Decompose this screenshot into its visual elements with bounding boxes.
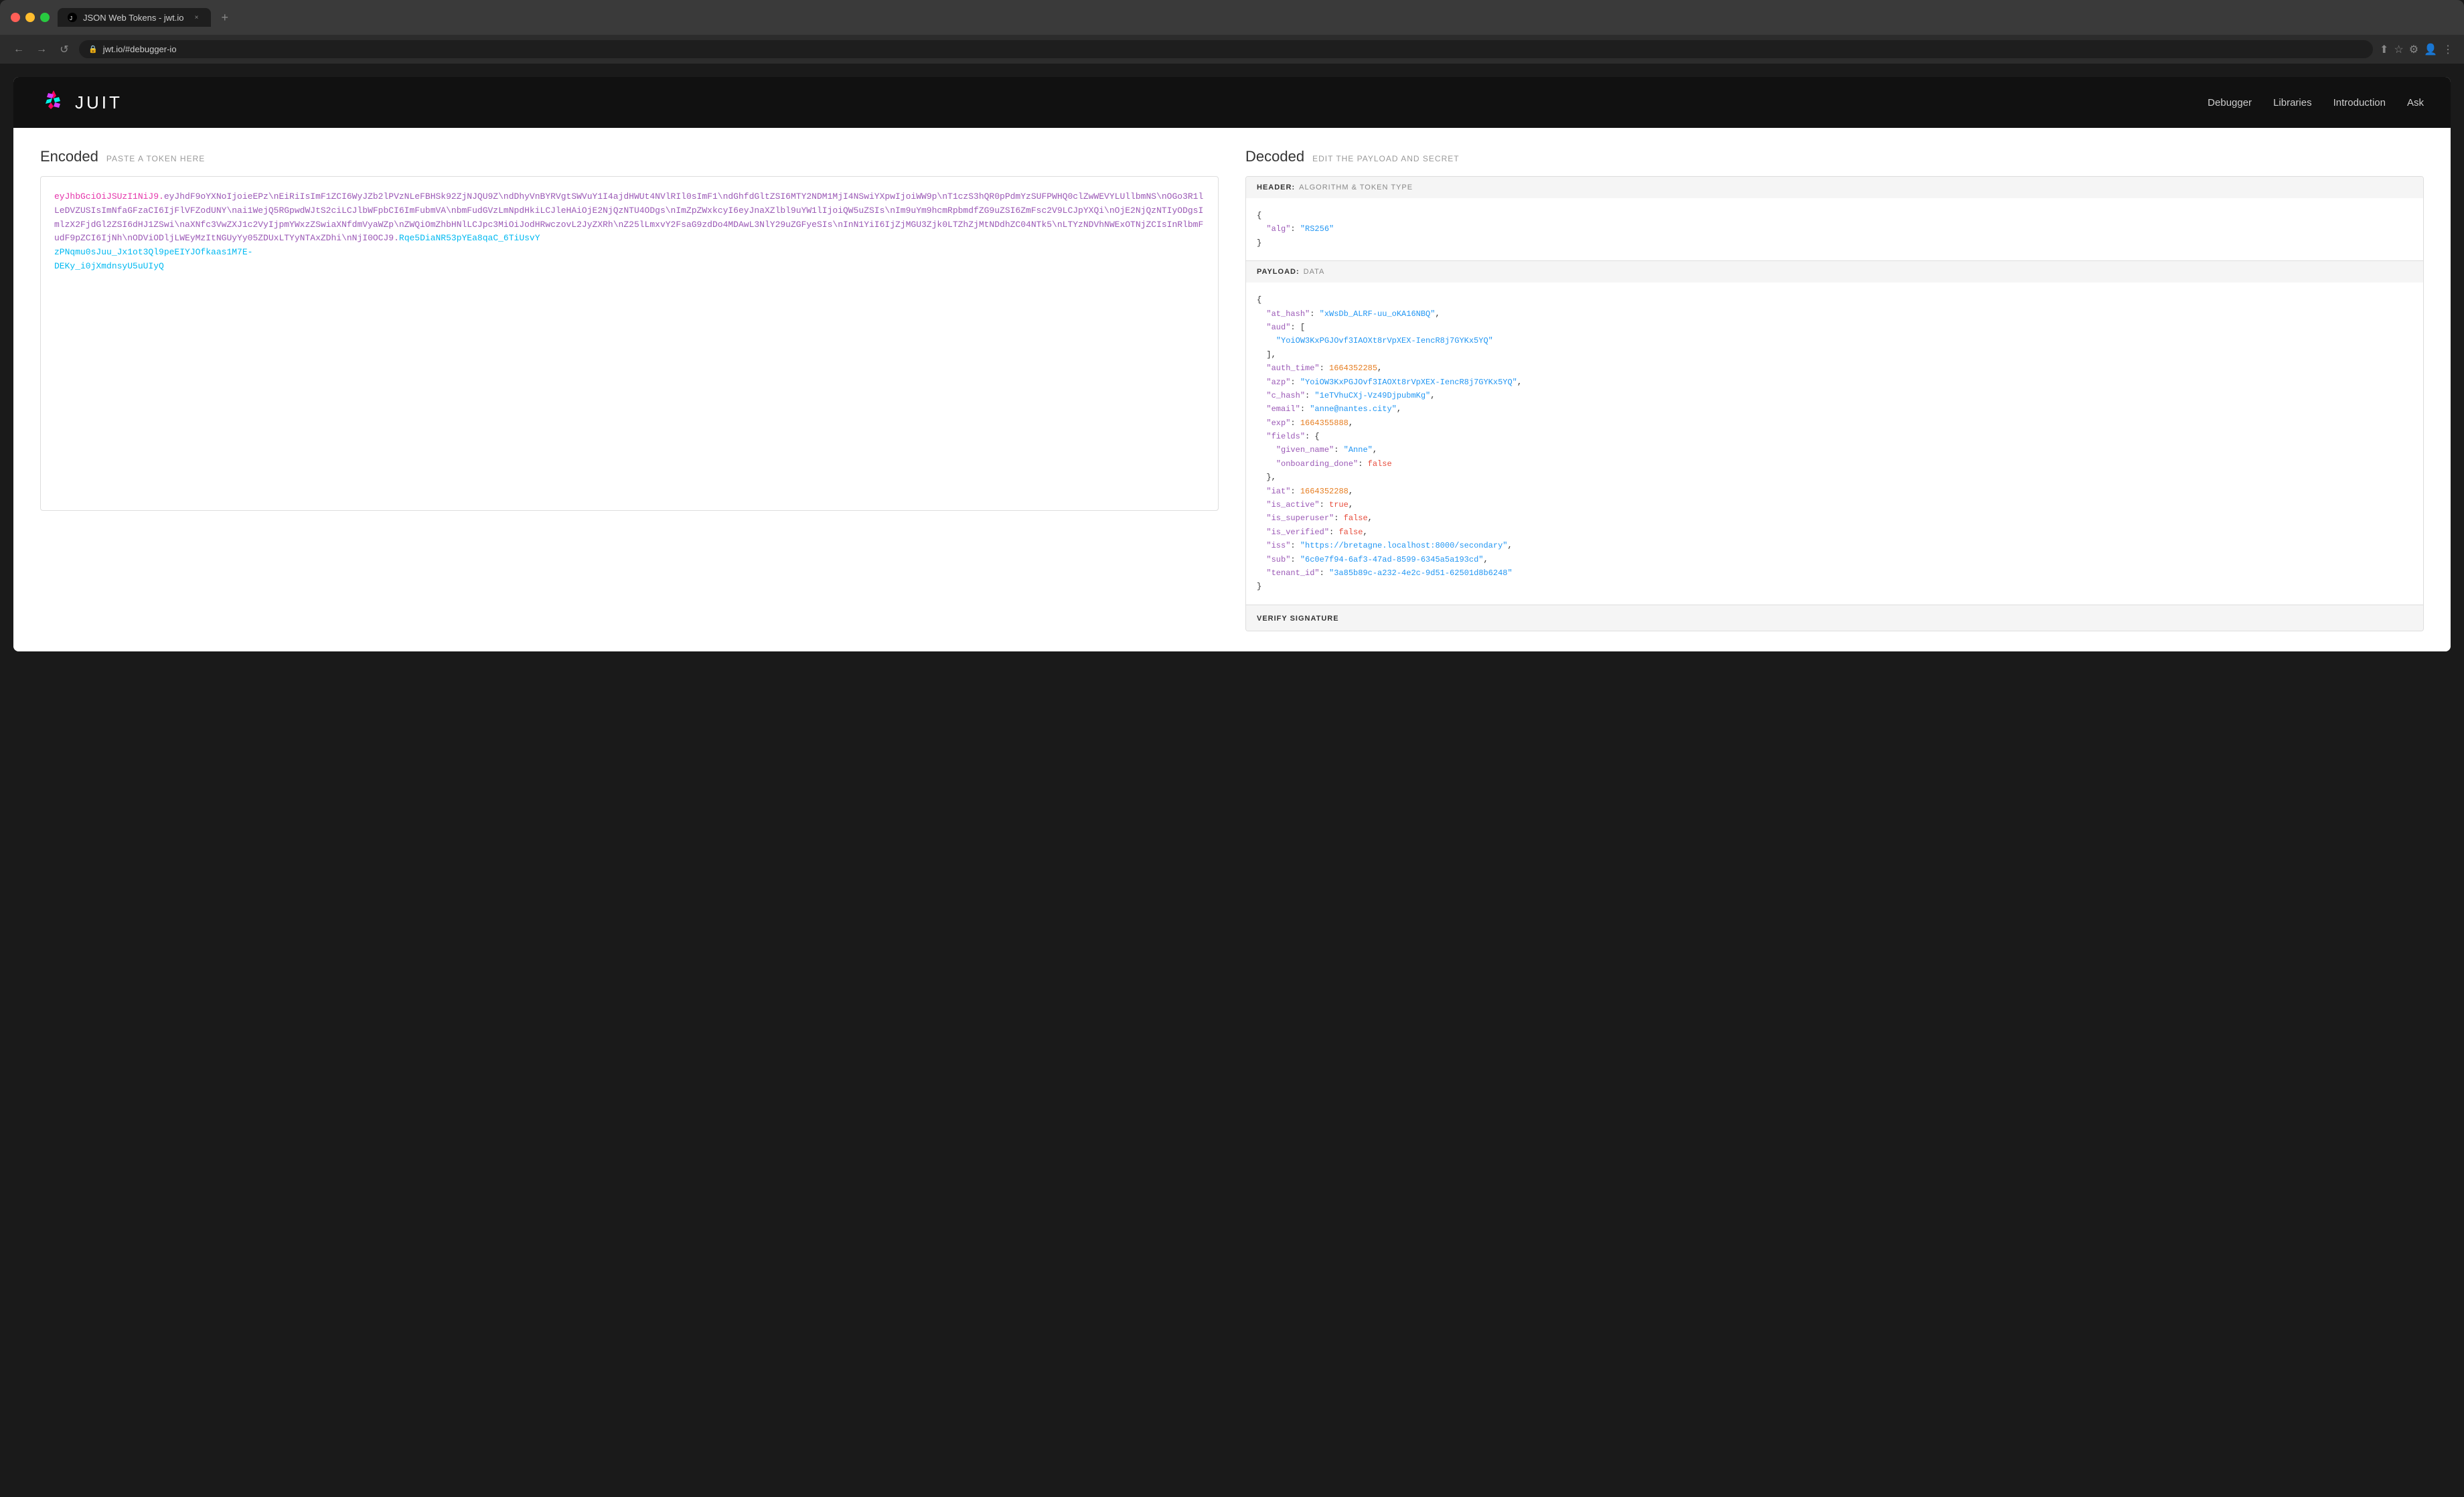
- header-panel-sublabel: ALGORITHM & TOKEN TYPE: [1299, 183, 1413, 191]
- address-bar[interactable]: 🔒 jwt.io/#debugger-io: [79, 40, 2373, 58]
- nav-libraries[interactable]: Libraries: [2273, 97, 2312, 108]
- encoded-heading: Encoded PASTE A TOKEN HERE: [40, 148, 1219, 165]
- tab-close-button[interactable]: ×: [192, 13, 202, 22]
- site-container: JUIT Debugger Libraries Introduction Ask…: [13, 77, 2451, 651]
- payload-panel: PAYLOAD: DATA { "at_hash": "xWsDb_ALRF-u…: [1246, 261, 2423, 605]
- header-panel: HEADER: ALGORITHM & TOKEN TYPE { "alg": …: [1246, 177, 2423, 261]
- maximize-button[interactable]: [40, 13, 50, 22]
- jwt-logo-icon: [40, 89, 67, 116]
- header-panel-header: HEADER: ALGORITHM & TOKEN TYPE: [1246, 177, 2423, 198]
- token-header-part: eyJhbGciOiJSUzI1NiJ9.: [54, 191, 164, 202]
- verify-signature-label: VERIFY SIGNATURE: [1257, 615, 1339, 623]
- decoded-subtitle: EDIT THE PAYLOAD AND SECRET: [1312, 154, 1460, 163]
- header-panel-content[interactable]: { "alg": "RS256" }: [1246, 198, 2423, 260]
- menu-icon[interactable]: ⋮: [2443, 43, 2453, 56]
- back-button[interactable]: ←: [11, 42, 27, 58]
- logo-area: JUIT: [40, 89, 123, 116]
- decoded-box: HEADER: ALGORITHM & TOKEN TYPE { "alg": …: [1245, 176, 2424, 631]
- content-area: Encoded PASTE A TOKEN HERE eyJhbGciOiJSU…: [13, 128, 2451, 651]
- header-panel-label: HEADER:: [1257, 183, 1295, 191]
- encoded-title: Encoded: [40, 148, 98, 165]
- payload-panel-content[interactable]: { "at_hash": "xWsDb_ALRF-uu_oKA16NBQ", "…: [1246, 283, 2423, 605]
- browser-tab[interactable]: J JSON Web Tokens - jwt.io ×: [58, 8, 211, 27]
- verify-signature-panel: VERIFY SIGNATURE: [1246, 605, 2423, 631]
- browser-actions: ⬆ ☆ ⚙ 👤 ⋮: [2380, 43, 2453, 56]
- nav-debugger[interactable]: Debugger: [2208, 97, 2252, 108]
- payload-panel-label: PAYLOAD:: [1257, 268, 1300, 276]
- svg-text:J: J: [70, 15, 72, 21]
- new-tab-button[interactable]: +: [222, 11, 229, 25]
- encoded-token-box[interactable]: eyJhbGciOiJSUzI1NiJ9.eyJhdF9oYXNoIjoieEP…: [40, 176, 1219, 511]
- token-payload-part: eyJhdF9oYXNoIjoieEPz\nEiRiIsImF1ZCI6WyJZ…: [54, 191, 1203, 243]
- address-text: jwt.io/#debugger-io: [103, 44, 177, 54]
- decoded-section: Decoded EDIT THE PAYLOAD AND SECRET HEAD…: [1245, 148, 2424, 631]
- payload-panel-sublabel: DATA: [1304, 268, 1325, 276]
- browser-window: J JSON Web Tokens - jwt.io × + ← → ↺ 🔒 j…: [0, 0, 2464, 665]
- site-header: JUIT Debugger Libraries Introduction Ask: [13, 77, 2451, 128]
- decoded-title: Decoded: [1245, 148, 1304, 165]
- nav-introduction[interactable]: Introduction: [2333, 97, 2386, 108]
- browser-navbar: ← → ↺ 🔒 jwt.io/#debugger-io ⬆ ☆ ⚙ 👤 ⋮: [0, 35, 2464, 64]
- encoded-section: Encoded PASTE A TOKEN HERE eyJhbGciOiJSU…: [40, 148, 1219, 631]
- forward-button[interactable]: →: [33, 42, 50, 58]
- traffic-lights: [11, 13, 50, 22]
- bookmark-icon[interactable]: ☆: [2394, 43, 2403, 56]
- close-button[interactable]: [11, 13, 20, 22]
- payload-panel-header: PAYLOAD: DATA: [1246, 261, 2423, 283]
- extensions-icon[interactable]: ⚙: [2409, 43, 2418, 56]
- refresh-button[interactable]: ↺: [56, 42, 72, 58]
- decoded-heading: Decoded EDIT THE PAYLOAD AND SECRET: [1245, 148, 2424, 165]
- share-icon[interactable]: ⬆: [2380, 43, 2388, 56]
- tab-favicon: J: [67, 12, 78, 23]
- lock-icon: 🔒: [88, 45, 98, 54]
- minimize-button[interactable]: [25, 13, 35, 22]
- logo-text: JUIT: [75, 92, 123, 113]
- encoded-subtitle: PASTE A TOKEN HERE: [106, 154, 205, 163]
- nav-ask[interactable]: Ask: [2407, 97, 2424, 108]
- profile-icon[interactable]: 👤: [2424, 43, 2437, 56]
- browser-titlebar: J JSON Web Tokens - jwt.io × +: [0, 0, 2464, 35]
- page-wrapper: JUIT Debugger Libraries Introduction Ask…: [0, 64, 2464, 665]
- site-nav: Debugger Libraries Introduction Ask: [2208, 97, 2424, 108]
- tab-title: JSON Web Tokens - jwt.io: [83, 13, 184, 23]
